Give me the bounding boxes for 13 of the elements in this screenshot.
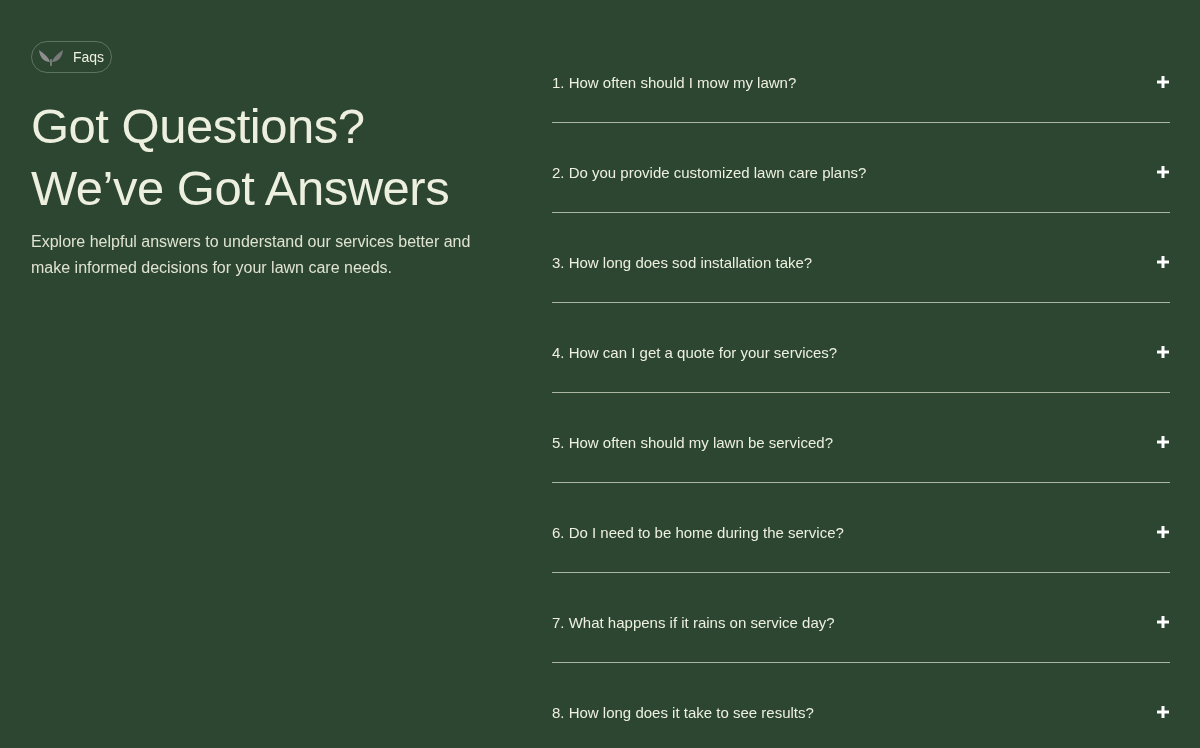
faq-question-button[interactable]: 8. How long does it take to see results?	[552, 702, 1170, 722]
faq-question-button[interactable]: 6. Do I need to be home during the service?	[552, 522, 1170, 542]
intro-description: Explore helpful answers to understand our services better and make informed decisions for your lawn care needs.	[31, 232, 472, 278]
faq-question-button[interactable]: 2. Do you provide customized lawn care plans?	[552, 162, 1170, 182]
faq-question-button[interactable]: 5. How often should my lawn be serviced?	[552, 432, 1170, 452]
page-heading: We’ve Got Answers	[31, 160, 451, 217]
faq-question-button[interactable]: 1. How often should I mow my lawn?	[552, 72, 1170, 92]
page-heading: Got Questions?	[31, 98, 366, 155]
faq-question-button[interactable]: 4. How can I get a quote for your services?	[552, 342, 1170, 362]
badge-label: Faqs	[73, 49, 105, 65]
leaf-icon	[38, 47, 64, 67]
faq-question-button[interactable]: 7. What happens if it rains on service day?	[552, 612, 1170, 632]
faq-question-button[interactable]: 3. How long does sod installation take?	[552, 252, 1170, 272]
